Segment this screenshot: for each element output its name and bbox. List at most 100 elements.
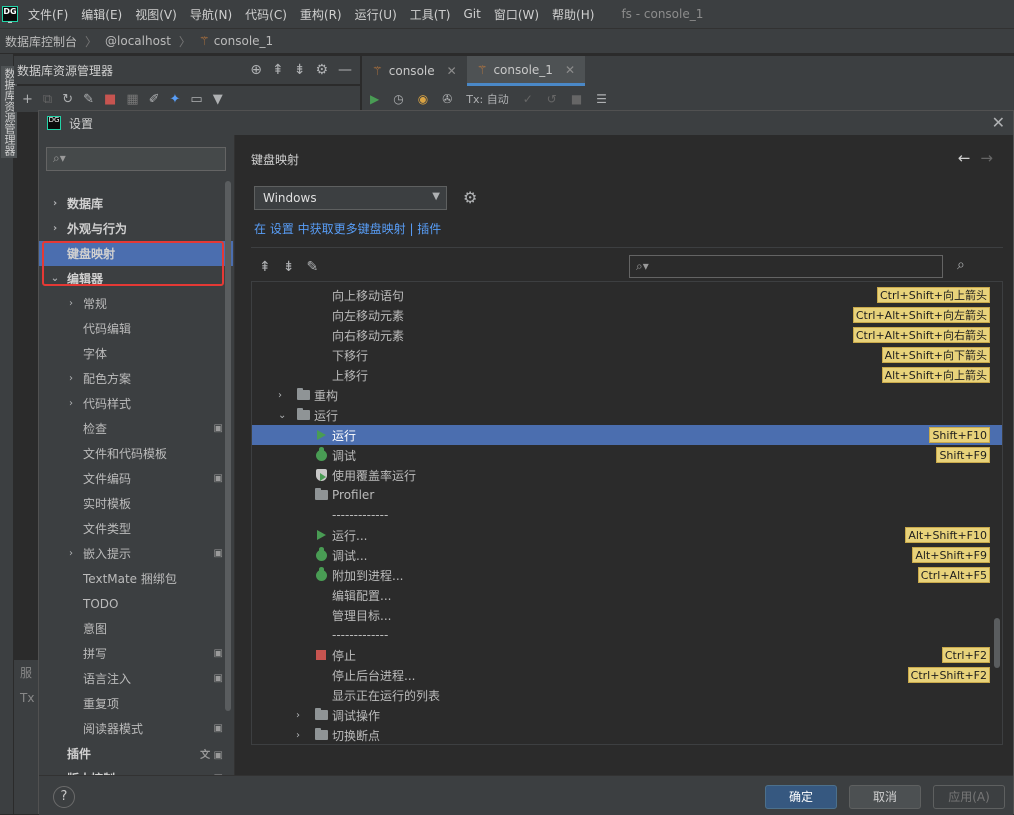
list-scrollbar[interactable] [994, 618, 1000, 668]
close-icon[interactable]: ✕ [565, 63, 575, 77]
tree-item[interactable]: 键盘映射 [39, 241, 233, 266]
tx-mode-dropdown[interactable]: Tx: 自动 [466, 91, 508, 107]
tree-item[interactable]: › 外观与行为 [39, 216, 233, 241]
menu-tools[interactable]: 工具(T) [410, 6, 451, 23]
chevron-icon[interactable]: › [296, 730, 300, 741]
tree-item[interactable]: 意图 [39, 616, 233, 641]
action-row[interactable]: ⌄ 运行 [252, 405, 1002, 425]
action-row[interactable]: 运行 Shift+F10 [252, 425, 1002, 445]
action-row[interactable]: 附加到进程... Ctrl+Alt+F5 [252, 565, 1002, 585]
menu-git[interactable]: Git [463, 7, 480, 21]
edit-shortcut-icon[interactable]: ✎ [306, 259, 318, 275]
history-icon[interactable]: ◷ [393, 92, 403, 106]
action-row[interactable]: 编辑配置... [252, 585, 1002, 605]
action-row[interactable]: 下移行 Alt+Shift+向下箭头 [252, 345, 1002, 365]
tree-item[interactable]: 文件类型 [39, 516, 233, 541]
console-sql-icon[interactable]: ▭ [190, 92, 202, 107]
run-icon[interactable]: ▶ [370, 92, 379, 106]
menu-code[interactable]: 代码(C) [245, 6, 287, 23]
copy-icon[interactable]: ⧉ [43, 92, 52, 107]
collapse-all-icon[interactable]: ⇟ [294, 62, 306, 78]
wrench-icon[interactable]: ✇ [442, 92, 452, 106]
tree-item[interactable]: › 常规 [39, 291, 233, 316]
action-row[interactable]: 运行... Alt+Shift+F10 [252, 525, 1002, 545]
tab-console-1[interactable]: ⚚ console_1 ✕ [466, 56, 586, 86]
action-row[interactable]: Profiler [252, 485, 1002, 505]
refresh-icon[interactable]: ↻ [62, 92, 73, 107]
tree-item[interactable]: 字体 [39, 341, 233, 366]
expand-all-icon[interactable]: ⇞ [259, 259, 271, 275]
expand-all-icon[interactable]: ⇞ [272, 62, 284, 78]
minimize-icon[interactable]: — [338, 62, 352, 78]
breadcrumb-item[interactable]: @localhost [105, 34, 171, 48]
action-row[interactable]: 停止后台进程... Ctrl+Shift+F2 [252, 665, 1002, 685]
ok-button[interactable]: 确定 [765, 785, 837, 809]
menu-run[interactable]: 运行(U) [355, 6, 397, 23]
jump-icon[interactable]: ✦ [170, 92, 181, 107]
tree-item[interactable]: 检查 ▣ [39, 416, 233, 441]
menu-refactor[interactable]: 重构(R) [300, 6, 342, 23]
cancel-button[interactable]: 取消 [849, 785, 921, 809]
close-icon[interactable]: ✕ [447, 64, 457, 78]
help-button[interactable]: ? [53, 786, 75, 808]
menu-help[interactable]: 帮助(H) [552, 6, 594, 23]
tree-item[interactable]: 文件和代码模板 [39, 441, 233, 466]
chevron-icon[interactable]: › [49, 198, 61, 209]
action-row[interactable]: 使用覆盖率运行 [252, 465, 1002, 485]
breadcrumb-item[interactable]: 数据库控制台 [5, 33, 77, 50]
keymap-select[interactable]: Windows ▼ [254, 186, 447, 210]
tree-item[interactable]: TODO [39, 591, 233, 616]
commit-icon[interactable]: ✓ [523, 92, 533, 106]
action-row[interactable]: › 调试操作 [252, 705, 1002, 725]
target-icon[interactable]: ⊕ [250, 62, 262, 78]
tree-item[interactable]: 文件编码 ▣ [39, 466, 233, 491]
tree-item[interactable]: › 代码样式 [39, 391, 233, 416]
tree-item[interactable]: ⌄ 编辑器 [39, 266, 233, 291]
tree-item[interactable]: 语言注入 ▣ [39, 666, 233, 691]
properties-icon[interactable]: ✎ [83, 92, 94, 107]
rollback-icon[interactable]: ↺ [547, 92, 557, 106]
filter-icon[interactable]: ▼ [213, 92, 223, 107]
tree-item[interactable]: 实时模板 [39, 491, 233, 516]
action-row[interactable]: 显示正在运行的列表 [252, 685, 1002, 705]
chevron-icon[interactable]: ⌄ [278, 410, 286, 421]
close-icon[interactable]: ✕ [992, 113, 1005, 132]
chevron-icon[interactable]: › [49, 223, 61, 234]
collapse-all-icon[interactable]: ⇟ [283, 259, 295, 275]
chevron-icon[interactable]: › [65, 548, 77, 559]
tree-item[interactable]: 阅读器模式 ▣ [39, 716, 233, 741]
menu-window[interactable]: 窗口(W) [494, 6, 539, 23]
find-by-shortcut-icon[interactable]: ⌕ [957, 257, 965, 273]
gear-icon[interactable]: ⚙ [315, 62, 328, 78]
action-row[interactable]: ------------- [252, 625, 1002, 645]
action-row[interactable]: 向左移动元素 Ctrl+Alt+Shift+向左箭头 [252, 305, 1002, 325]
tree-item[interactable]: 插件 文 ▣ [39, 741, 233, 766]
chevron-icon[interactable]: › [296, 710, 300, 721]
action-row[interactable]: ------------- [252, 505, 1002, 525]
action-row[interactable]: 调试 Shift+F9 [252, 445, 1002, 465]
action-row[interactable]: 管理目标... [252, 605, 1002, 625]
gear-icon[interactable]: ⚙ [463, 188, 477, 207]
chevron-icon[interactable]: › [278, 390, 282, 401]
tree-item[interactable]: › 数据库 [39, 191, 233, 216]
action-row[interactable]: 调试... Alt+Shift+F9 [252, 545, 1002, 565]
menu-edit[interactable]: 编辑(E) [81, 6, 122, 23]
stop-icon[interactable]: ■ [104, 92, 116, 107]
apply-button[interactable]: 应用(A) [933, 785, 1005, 809]
chevron-icon[interactable]: › [65, 298, 77, 309]
breadcrumb-item[interactable]: console_1 [214, 34, 274, 48]
action-row[interactable]: 向右移动元素 Ctrl+Alt+Shift+向右箭头 [252, 325, 1002, 345]
tree-item[interactable]: 重复项 [39, 691, 233, 716]
chevron-icon[interactable]: › [65, 373, 77, 384]
action-row[interactable]: 上移行 Alt+Shift+向上箭头 [252, 365, 1002, 385]
tab-console[interactable]: ⚚ console ✕ [362, 56, 467, 86]
tree-item[interactable]: › 嵌入提示 ▣ [39, 541, 233, 566]
menu-file[interactable]: 文件(F) [28, 6, 68, 23]
tree-item[interactable]: 拼写 ▣ [39, 641, 233, 666]
settings-search-input[interactable]: ⌕▾ [46, 147, 226, 171]
chevron-icon[interactable]: › [65, 398, 77, 409]
table-icon[interactable]: ▦ [126, 92, 138, 107]
edit-icon[interactable]: ✐ [149, 92, 160, 107]
tree-scrollbar[interactable] [225, 181, 231, 711]
chevron-icon[interactable]: ⌄ [49, 273, 61, 284]
